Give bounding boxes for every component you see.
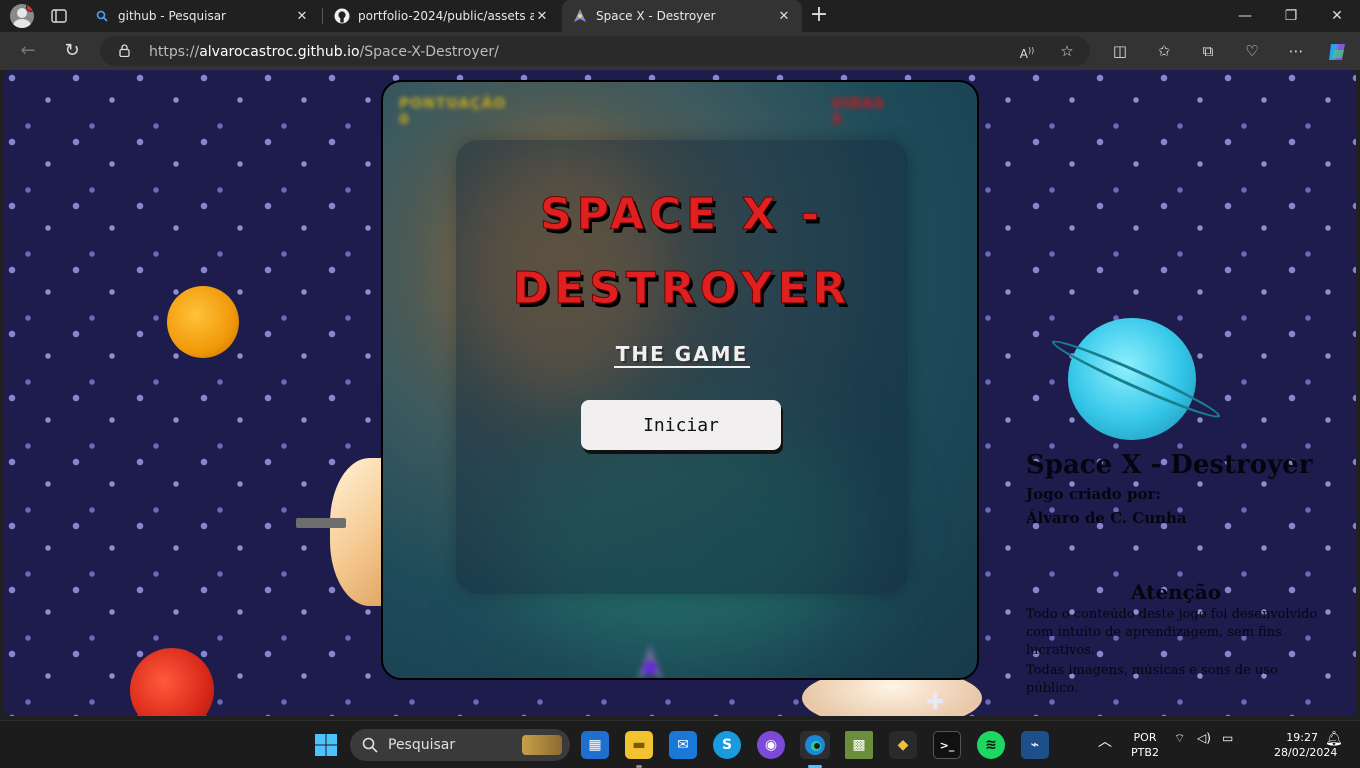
profile-avatar-icon[interactable] (10, 4, 34, 28)
terminal-icon[interactable]: >_ (933, 731, 961, 759)
page-favicon (572, 8, 588, 24)
side-info-credits: Todas imagens, músicas e sons de uso púb… (1026, 663, 1278, 696)
side-info-created-by: Jogo criado por: (1026, 485, 1161, 503)
git-gui-icon[interactable]: ◆ (889, 731, 917, 759)
hud-score-label: PONTUAÇÃO (399, 96, 507, 112)
side-info-author: Álvaro de C. Cunha (1026, 509, 1187, 527)
tab-title: Space X - Destroyer (596, 9, 716, 23)
windows-start-icon[interactable] (314, 733, 338, 757)
taskbar-search-label: Pesquisar (388, 737, 456, 753)
tab-portfolio[interactable]: portfolio-2024/public/assets at m ✕ (324, 0, 560, 32)
spotify-icon[interactable]: ≋ (977, 731, 1005, 759)
browser-toolbar: ← ↻ https://alvarocastroc.github.io/Spac… (0, 32, 1360, 70)
skype-icon[interactable]: S (713, 731, 741, 759)
back-arrow-icon[interactable]: ← (18, 41, 38, 61)
file-explorer-icon[interactable]: ▬ (625, 731, 653, 759)
sql-server-icon[interactable]: ⌁ (1021, 731, 1049, 759)
hud-lives: VIDAS 3 (831, 96, 885, 128)
system-clock[interactable]: 19:27 28/02/2024 (1274, 730, 1338, 760)
hud-score: PONTUAÇÃO 0 (399, 96, 506, 128)
restore-icon[interactable]: ❐ (1268, 0, 1314, 32)
split-screen-icon[interactable]: ◫ (1110, 41, 1130, 61)
player-ship-icon (637, 644, 663, 678)
sparkle-star-icon: ✚ (926, 690, 945, 715)
more-options-icon[interactable]: ⋯ (1286, 41, 1306, 61)
side-info-disclaimer: Todo o conteúdo deste jogo foi desenvolv… (1026, 607, 1318, 658)
favorites-icon[interactable]: ✩ (1154, 41, 1174, 61)
keyboard-layout: PTB2 (1131, 746, 1159, 759)
orange-planet-image (167, 286, 239, 358)
new-tab-plus-icon[interactable]: + (808, 4, 830, 26)
url-text[interactable]: https://alvarocastroc.github.io/Space-X-… (149, 44, 499, 60)
tab-actions-icon[interactable] (50, 7, 68, 25)
favorite-star-icon[interactable]: ☆ (1057, 41, 1077, 61)
web-page: ✚ PONTUAÇÃO 0 VIDAS 3 Space X - Destroye… (4, 70, 1356, 716)
show-hidden-icons-chevron-icon[interactable]: ︿ (1098, 731, 1112, 751)
read-aloud-icon[interactable]: A)) (1017, 41, 1037, 61)
browser-essentials-icon[interactable]: ♡ (1242, 41, 1262, 61)
minimize-icon[interactable]: — (1222, 0, 1268, 32)
mail-icon[interactable]: ✉ (669, 731, 697, 759)
battery-icon[interactable]: ▭ (1222, 731, 1233, 745)
tab-title: portfolio-2024/public/assets at m (358, 9, 534, 23)
microsoft-store-icon[interactable]: ▦ (581, 731, 609, 759)
github-icon (334, 8, 350, 24)
address-bar[interactable]: https://alvarocastroc.github.io/Space-X-… (100, 36, 1090, 66)
search-icon (362, 737, 378, 753)
side-info-title: Space X - Destroyer (1026, 450, 1313, 480)
tab-github-search[interactable]: github - Pesquisar ✕ (84, 0, 320, 32)
clock-time: 19:27 (1286, 731, 1318, 744)
tab-separator (322, 8, 323, 24)
hud-lives-label: VIDAS (831, 96, 885, 112)
game-title: Space X - Destroyer (512, 189, 852, 315)
lock-icon[interactable] (119, 44, 130, 57)
close-tab-icon[interactable]: ✕ (534, 9, 550, 24)
close-tab-icon[interactable]: ✕ (776, 9, 792, 24)
url-path: /Space-X-Destroyer/ (359, 44, 499, 60)
search-highlight-image (522, 735, 562, 755)
refresh-icon[interactable]: ↻ (62, 41, 82, 61)
hud-lives-value: 3 (831, 112, 843, 128)
game-canvas[interactable]: PONTUAÇÃO 0 VIDAS 3 Space X - Destroyer … (381, 80, 979, 680)
windows-taskbar: Pesquisar ▦ ▬ ✉ S ◉ ▩ ◆ >_ ≋ ⌁ ︿ POR PTB… (0, 720, 1360, 768)
edge-browser-icon[interactable] (800, 731, 830, 759)
start-menu-panel: Space X - Destroyer The Game Iniciar (456, 140, 908, 594)
notification-dot (26, 4, 34, 12)
side-info-panel: Space X - Destroyer Jogo criado por: Álv… (1026, 450, 1326, 698)
red-planet-image (130, 648, 214, 716)
close-tab-icon[interactable]: ✕ (294, 9, 310, 24)
wifi-icon[interactable]: ⌔ (1174, 731, 1185, 746)
planet-ring-image (296, 518, 346, 528)
taskbar-search-box[interactable]: Pesquisar (350, 729, 570, 761)
game-subtitle: The Game (456, 342, 908, 368)
close-window-icon[interactable]: ✕ (1314, 0, 1360, 32)
tab-title: github - Pesquisar (118, 9, 226, 23)
browser-tab-bar: github - Pesquisar ✕ portfolio-2024/publ… (0, 0, 1360, 32)
search-icon (94, 8, 110, 24)
side-info-attention-title: Atenção (1130, 580, 1222, 604)
start-game-button[interactable]: Iniciar (581, 400, 781, 450)
tab-space-x-destroyer[interactable]: Space X - Destroyer ✕ (562, 0, 802, 32)
clock-date: 28/02/2024 (1274, 746, 1338, 759)
collections-icon[interactable]: ⧉ (1198, 41, 1218, 61)
url-host: alvarocastroc.github.io (199, 44, 360, 60)
input-language-indicator[interactable]: POR PTB2 (1130, 730, 1160, 760)
copilot-icon[interactable] (1326, 40, 1350, 64)
volume-icon[interactable]: ◁) (1197, 731, 1211, 745)
hud-score-value: 0 (399, 112, 410, 128)
minecraft-icon[interactable]: ▩ (845, 731, 873, 759)
language-code: POR (1133, 731, 1157, 744)
notifications-bell-icon[interactable]: 🔔︎ (1325, 731, 1343, 747)
github-desktop-icon[interactable]: ◉ (757, 731, 785, 759)
game-subtitle-text: The Game (613, 342, 751, 368)
url-scheme: https:// (149, 44, 200, 60)
